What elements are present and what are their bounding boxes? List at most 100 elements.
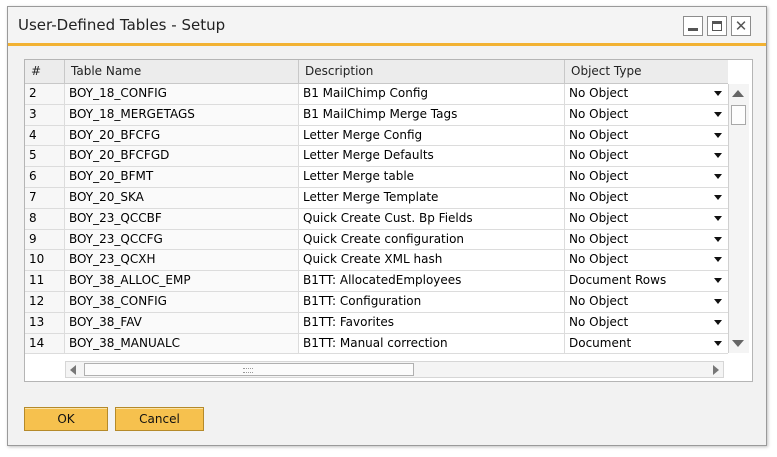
dropdown-arrow-icon[interactable] xyxy=(714,278,722,284)
row-number-cell: 9 xyxy=(25,229,65,250)
object-type-dropdown[interactable]: Document xyxy=(565,334,728,354)
description-cell[interactable]: B1 MailChimp Config xyxy=(299,84,565,104)
table-name-cell[interactable]: BOY_20_SKA xyxy=(65,187,299,208)
table-row[interactable]: 6 BOY_20_BFMT Letter Merge table No Object xyxy=(25,167,728,188)
description-cell[interactable]: Letter Merge table xyxy=(299,167,565,187)
row-number-cell: 13 xyxy=(25,312,65,333)
table-row[interactable]: 5 BOY_20_BFCFGD Letter Merge Defaults No Ob… xyxy=(25,146,728,168)
object-type-dropdown[interactable]: No Object xyxy=(565,188,728,208)
object-type-dropdown[interactable]: No Object xyxy=(565,230,728,250)
vertical-scrollbar[interactable] xyxy=(728,84,749,353)
object-type-dropdown[interactable]: No Object xyxy=(565,250,728,270)
dropdown-arrow-icon[interactable] xyxy=(714,91,722,96)
table-name-cell[interactable]: BOY_18_MERGETAGS xyxy=(65,104,299,125)
table-name-cell[interactable]: BOY_38_CONFIG xyxy=(65,291,299,312)
description-cell[interactable]: Quick Create Cust. Bp Fields xyxy=(299,208,565,229)
description-cell[interactable]: Letter Merge Config xyxy=(299,125,565,146)
table-row[interactable]: 10 BOY_23_QCXH Quick Create XML hash No Obj… xyxy=(25,250,728,272)
vertical-scroll-thumb[interactable] xyxy=(731,105,746,125)
table-row[interactable]: 7 BOY_20_SKA Letter Merge Template No Objec… xyxy=(25,187,728,209)
object-type-dropdown[interactable]: No Object xyxy=(565,146,728,166)
minimize-button[interactable] xyxy=(683,16,703,36)
description-cell[interactable]: B1 MailChimp Merge Tags xyxy=(299,104,565,125)
object-type-dropdown[interactable]: No Object xyxy=(565,84,728,104)
object-type-dropdown[interactable]: No Object xyxy=(565,167,728,187)
dropdown-arrow-icon[interactable] xyxy=(714,319,722,325)
object-type-dropdown[interactable]: Document Rows xyxy=(565,271,728,291)
column-header-description[interactable]: Description xyxy=(299,60,565,83)
table-name-cell-text: BOY_20_BFCFG xyxy=(69,127,161,142)
row-number-cell: 8 xyxy=(25,208,65,229)
dropdown-arrow-icon[interactable] xyxy=(714,153,722,159)
scroll-right-arrow-icon[interactable] xyxy=(713,365,719,375)
table-row[interactable]: 4 BOY_20_BFCFG Letter Merge Config No Objec… xyxy=(25,125,728,147)
table-row[interactable]: 2 BOY_18_CONFIG B1 MailChimp Config No Obje… xyxy=(25,84,728,105)
horizontal-scroll-thumb[interactable] xyxy=(84,363,414,376)
dropdown-arrow-icon[interactable] xyxy=(714,215,722,221)
table-name-cell-text: BOY_23_QCCFG xyxy=(69,231,163,246)
object-type-dropdown[interactable]: No Object xyxy=(565,292,728,312)
object-type-dropdown[interactable]: No Object xyxy=(565,209,728,229)
cancel-button[interactable]: Cancel xyxy=(115,407,204,431)
description-cell[interactable]: Quick Create configuration xyxy=(299,229,565,250)
table-row[interactable]: 12 BOY_38_CONFIG B1TT: Configuration No Obj… xyxy=(25,291,728,313)
dropdown-arrow-icon[interactable] xyxy=(714,132,722,138)
description-cell[interactable]: Letter Merge Defaults xyxy=(299,146,565,167)
close-icon: ✕ xyxy=(734,17,748,35)
scroll-down-arrow-icon[interactable] xyxy=(732,340,744,347)
description-cell[interactable]: Quick Create XML hash xyxy=(299,250,565,271)
object-type-dropdown[interactable]: No Object xyxy=(565,313,728,333)
table-row[interactable]: 14 BOY_38_MANUALC B1TT: Manual correction D… xyxy=(25,333,728,355)
description-cell[interactable]: Letter Merge Template xyxy=(299,187,565,208)
table-name-cell[interactable]: BOY_38_MANUALC xyxy=(65,333,299,354)
description-cell[interactable]: B1TT: Favorites xyxy=(299,312,565,333)
row-number-cell-text: 5 xyxy=(29,148,37,163)
description-cell[interactable]: B1TT: AllocatedEmployees xyxy=(299,271,565,291)
dropdown-arrow-icon[interactable] xyxy=(714,111,722,117)
dropdown-arrow-icon[interactable] xyxy=(714,194,722,200)
table-name-cell[interactable]: BOY_20_BFMT xyxy=(65,167,299,187)
table-name-cell-text: BOY_38_FAV xyxy=(69,314,142,329)
dropdown-arrow-icon[interactable] xyxy=(714,340,722,346)
table-name-cell[interactable]: BOY_38_ALLOC_EMP xyxy=(65,271,299,291)
scroll-left-arrow-icon[interactable] xyxy=(70,365,76,375)
ok-button[interactable]: OK xyxy=(24,407,108,431)
dropdown-arrow-icon[interactable] xyxy=(714,174,722,180)
table-name-cell[interactable]: BOY_20_BFCFGD xyxy=(65,146,299,167)
row-number-cell-text: 13 xyxy=(29,314,45,329)
dropdown-arrow-icon[interactable] xyxy=(714,236,722,242)
table-name-cell[interactable]: BOY_23_QCXH xyxy=(65,250,299,271)
object-type-dropdown-text: No Object xyxy=(569,210,629,225)
table-row[interactable]: 3 BOY_18_MERGETAGS B1 MailChimp Merge Tags… xyxy=(25,104,728,126)
object-type-dropdown-text: No Object xyxy=(569,314,629,329)
description-cell-text: Quick Create configuration xyxy=(303,231,465,246)
horizontal-scrollbar[interactable] xyxy=(65,361,724,378)
column-header-table-name[interactable]: Table Name xyxy=(65,60,299,83)
dropdown-arrow-icon[interactable] xyxy=(714,298,722,304)
row-number-cell-text: 11 xyxy=(29,273,45,288)
table-row[interactable]: 13 BOY_38_FAV B1TT: Favorites No Object xyxy=(25,312,728,334)
row-number-cell-text: 4 xyxy=(29,127,37,142)
scroll-up-arrow-icon[interactable] xyxy=(732,90,744,97)
table-row[interactable]: 11 BOY_38_ALLOC_EMP B1TT: AllocatedEmploye… xyxy=(25,271,728,292)
table-name-cell[interactable]: BOY_38_FAV xyxy=(65,312,299,333)
table-name-cell[interactable]: BOY_20_BFCFG xyxy=(65,125,299,146)
maximize-button[interactable] xyxy=(707,16,727,36)
description-cell[interactable]: B1TT: Manual correction xyxy=(299,333,565,354)
description-cell[interactable]: B1TT: Configuration xyxy=(299,291,565,312)
description-cell-text: B1TT: AllocatedEmployees xyxy=(303,273,462,288)
table-name-cell[interactable]: BOY_23_QCCBF xyxy=(65,208,299,229)
column-header-object-type[interactable]: Object Type xyxy=(565,60,728,83)
row-number-cell: 7 xyxy=(25,187,65,208)
object-type-dropdown[interactable]: No Object xyxy=(565,126,728,146)
object-type-dropdown-text: No Object xyxy=(569,148,629,163)
table-row[interactable]: 8 BOY_23_QCCBF Quick Create Cust. Bp Field… xyxy=(25,208,728,230)
table-row[interactable]: 9 BOY_23_QCCFG Quick Create configuration N… xyxy=(25,229,728,251)
column-header-number[interactable]: # xyxy=(25,60,65,83)
object-type-dropdown[interactable]: No Object xyxy=(565,105,728,125)
dropdown-arrow-icon[interactable] xyxy=(714,257,722,263)
table-name-cell[interactable]: BOY_18_CONFIG xyxy=(65,84,299,104)
close-button[interactable]: ✕ xyxy=(731,16,751,36)
table-name-cell-text: BOY_38_MANUALC xyxy=(69,335,181,350)
table-name-cell[interactable]: BOY_23_QCCFG xyxy=(65,229,299,250)
